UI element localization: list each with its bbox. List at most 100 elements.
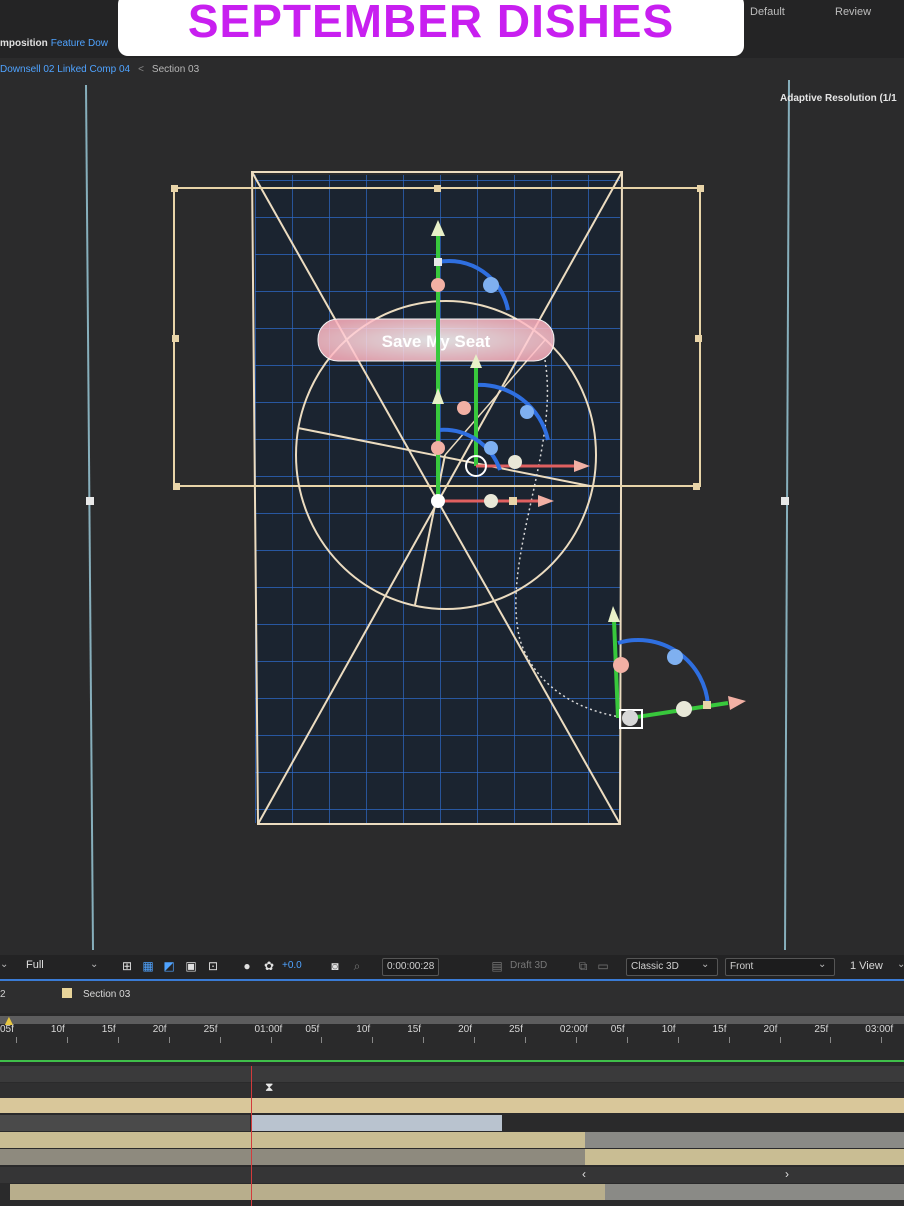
draft3d-icon[interactable]: ▤ bbox=[490, 959, 504, 973]
viewer-toolbar: ⌄ Full ⌄ ⊞ ▦ ◩ ▣ ⊡ ● ✿ +0.0 ◙ ⌕ 0:00:00:… bbox=[0, 955, 904, 981]
workspace-review[interactable]: Review bbox=[835, 6, 871, 18]
composition-viewer[interactable]: Save My Seat bbox=[0, 60, 904, 955]
chevron-down-icon[interactable]: ⌄ bbox=[701, 959, 709, 970]
renderer-label: Classic 3D bbox=[631, 961, 679, 972]
bbox-handle bbox=[171, 185, 178, 192]
ruler-label: 10f bbox=[356, 1024, 371, 1035]
layer-bar[interactable] bbox=[605, 1184, 904, 1200]
bbox-handle bbox=[173, 483, 180, 490]
ruler-label: 10f bbox=[661, 1024, 676, 1035]
ruler-label: 03:00f bbox=[865, 1024, 894, 1035]
region-of-interest-icon[interactable]: ⊞ bbox=[120, 959, 134, 973]
timeline-tab-prefix: 2 bbox=[0, 989, 6, 1000]
ruler-label: 20f bbox=[458, 1024, 472, 1035]
keyframe-marker-icon[interactable]: ⧗ bbox=[265, 1080, 273, 1095]
layer-bar[interactable] bbox=[0, 1132, 585, 1148]
bbox-handle bbox=[434, 185, 441, 192]
show-snapshot-icon[interactable]: ⌕ bbox=[350, 959, 364, 973]
bbox-handle bbox=[693, 483, 700, 490]
timeline-tab-color-swatch bbox=[62, 988, 72, 998]
ruler-label: 25f bbox=[509, 1024, 523, 1035]
layer-bar[interactable] bbox=[0, 1066, 904, 1082]
ruler-label: 25f bbox=[203, 1024, 218, 1035]
ruler-tick bbox=[626, 1037, 628, 1043]
bbox-handle bbox=[697, 185, 704, 192]
right-guide-handle bbox=[781, 497, 789, 505]
color-wheel-icon[interactable]: ● bbox=[240, 959, 254, 973]
layer-bar[interactable] bbox=[0, 1149, 585, 1165]
camera-gizmo[interactable] bbox=[608, 606, 746, 729]
ruler-label: 01:00f bbox=[254, 1024, 283, 1035]
layer-bar[interactable] bbox=[0, 1098, 904, 1113]
ruler-tick bbox=[779, 1037, 781, 1043]
playhead[interactable] bbox=[251, 1066, 252, 1206]
bbox-handle bbox=[172, 335, 179, 342]
overlay-title-banner: SEPTEMBER DISHES bbox=[118, 0, 744, 56]
ruler-tick bbox=[728, 1037, 730, 1043]
ruler-label: 15f bbox=[407, 1024, 422, 1035]
ruler-tick bbox=[321, 1037, 323, 1043]
chevron-down-icon[interactable]: ⌄ bbox=[818, 959, 826, 970]
ruler-label: 05f bbox=[610, 1024, 625, 1035]
timecode-field[interactable]: 0:00:00:28 bbox=[382, 958, 440, 976]
chevron-down-icon[interactable]: ⌄ bbox=[90, 959, 98, 970]
ruler-label: 15f bbox=[712, 1024, 727, 1035]
bbox-handle bbox=[695, 335, 702, 342]
ruler-tick bbox=[474, 1037, 476, 1043]
chevron-left-icon[interactable]: ‹ bbox=[582, 1167, 586, 1181]
composition-tab-label: mposition bbox=[0, 38, 48, 49]
ruler-label: 10f bbox=[50, 1024, 65, 1035]
layer-bar[interactable] bbox=[10, 1184, 605, 1200]
exposure-icon[interactable]: ✿ bbox=[262, 959, 276, 973]
left-guide-line bbox=[85, 84, 94, 951]
overlay-title: SEPTEMBER DISHES bbox=[187, 0, 675, 47]
ruler-tick bbox=[830, 1037, 832, 1043]
exposure-value[interactable]: +0.0 bbox=[282, 960, 302, 971]
extended-viewer-icon[interactable]: ⧉ bbox=[576, 959, 590, 973]
ruler-tick bbox=[117, 1037, 119, 1043]
ruler-label: 02:00f bbox=[559, 1024, 588, 1035]
layer-bar[interactable] bbox=[0, 1115, 250, 1131]
render-icon[interactable]: ▭ bbox=[596, 959, 610, 973]
chevron-down-icon[interactable]: ⌄ bbox=[0, 959, 8, 970]
ruler-label: 15f bbox=[101, 1024, 116, 1035]
guides-icon[interactable]: ▣ bbox=[184, 959, 198, 973]
ruler-label: 25f bbox=[814, 1024, 829, 1035]
composition-tab[interactable]: mposition Feature Dow bbox=[0, 38, 108, 49]
left-guide-handle bbox=[86, 497, 94, 505]
layer-bar[interactable] bbox=[252, 1115, 502, 1131]
layer-bar[interactable] bbox=[0, 1083, 904, 1099]
ruler-tick bbox=[423, 1037, 425, 1043]
3d-ground-plane-icon[interactable]: ⊡ bbox=[206, 959, 220, 973]
right-guide-line bbox=[784, 79, 790, 951]
draft3d-toggle[interactable]: Draft 3D bbox=[510, 960, 547, 971]
ruler-tick bbox=[575, 1037, 577, 1043]
camera-icon[interactable]: ◙ bbox=[328, 959, 342, 973]
layer-bar[interactable] bbox=[585, 1132, 904, 1148]
chevron-right-icon[interactable]: › bbox=[785, 1167, 789, 1181]
transparency-grid-icon[interactable]: ▦ bbox=[141, 959, 155, 973]
mask-icon[interactable]: ◩ bbox=[162, 959, 176, 973]
ruler-label: 05f bbox=[0, 1024, 14, 1035]
resolution-dropdown[interactable]: Full bbox=[26, 959, 44, 971]
ruler-tick bbox=[16, 1037, 17, 1043]
work-area-bar[interactable] bbox=[0, 1016, 904, 1024]
view-label: Front bbox=[730, 961, 754, 972]
ruler-tick bbox=[66, 1037, 68, 1043]
ruler-tick bbox=[881, 1037, 883, 1043]
ruler-tick bbox=[219, 1037, 221, 1043]
views-dropdown[interactable]: 1 View bbox=[850, 960, 883, 972]
ruler-label: 20f bbox=[763, 1024, 778, 1035]
ruler-tick bbox=[677, 1037, 679, 1043]
ruler-label: 20f bbox=[152, 1024, 167, 1035]
ruler-tick bbox=[270, 1037, 272, 1043]
adaptive-resolution-label: Adaptive Resolution (1/1 bbox=[780, 93, 897, 104]
ruler-tick bbox=[372, 1037, 374, 1043]
composition-name: Feature Dow bbox=[50, 38, 109, 49]
timeline-tab[interactable]: Section 03 bbox=[83, 989, 130, 1000]
chevron-down-icon[interactable]: ⌄ bbox=[897, 959, 904, 970]
workspace-default[interactable]: Default bbox=[750, 6, 785, 18]
ruler-tick bbox=[525, 1037, 526, 1043]
layer-bar[interactable] bbox=[0, 1167, 904, 1183]
layer-bar[interactable] bbox=[585, 1149, 904, 1165]
